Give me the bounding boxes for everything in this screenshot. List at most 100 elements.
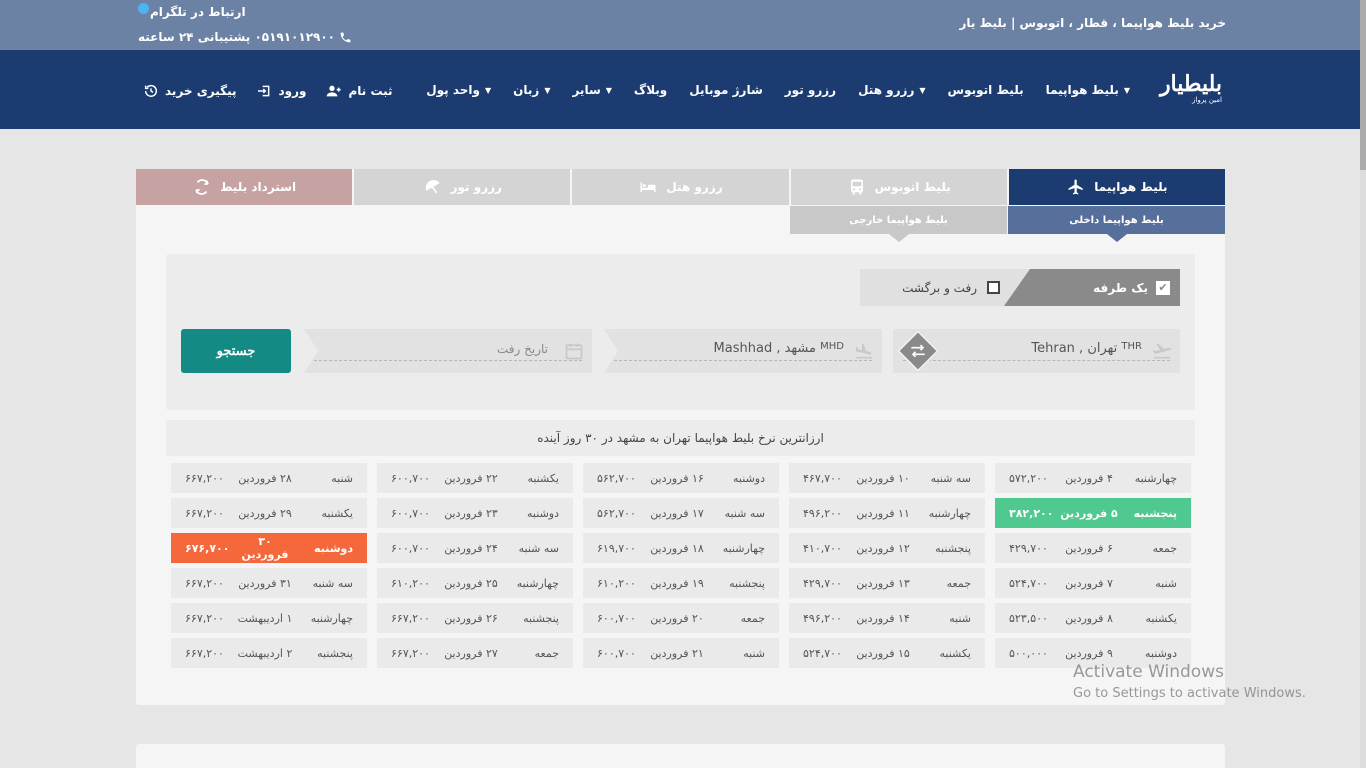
fare-date: ۹ فروردین <box>1065 646 1113 660</box>
fare-price: ۴۲۹,۷۰۰ <box>803 576 842 590</box>
register-link[interactable]: ثبت نام <box>326 83 393 99</box>
fare-cell[interactable]: پنجشنبه ۲۶ فروردین ۶۶۷,۲۰۰ <box>377 603 573 633</box>
fare-cell[interactable]: پنجشنبه ۱۹ فروردین ۶۱۰,۲۰۰ <box>583 568 779 598</box>
fare-price: ۶۶۷,۲۰۰ <box>185 471 224 485</box>
oneway-checkbox[interactable]: ✔ <box>1156 280 1170 295</box>
nav-item[interactable]: رزرو تور <box>785 83 836 97</box>
fare-date: ۲۹ فروردین <box>238 506 292 520</box>
nav-item[interactable]: بلیط اتوبوس <box>948 83 1024 97</box>
roundtrip-checkbox[interactable] <box>987 281 1000 294</box>
logo-sub-text: امین پرواز <box>1192 96 1222 104</box>
fare-weekday: جمعه <box>1152 541 1177 555</box>
nav-item[interactable]: وبلاگ <box>634 83 667 97</box>
subtab-foreign[interactable]: بلیط هواپیما خارجی <box>790 206 1007 242</box>
track-purchase-link[interactable]: پیگیری خرید <box>143 83 236 99</box>
telegram-link[interactable]: ارتباط در تلگرام <box>150 5 246 19</box>
fare-cell[interactable]: دوشنبه ۲۳ فروردین ۶۰۰,۷۰۰ <box>377 498 573 528</box>
takeoff-icon <box>1152 343 1172 359</box>
fare-price: ۶۱۰,۲۰۰ <box>597 576 636 590</box>
fare-price: ۵۲۴,۷۰۰ <box>803 646 842 660</box>
fare-cell[interactable]: چهارشنبه ۱ اردیبهشت ۶۶۷,۲۰۰ <box>171 603 367 633</box>
fare-cell[interactable]: جمعه ۱۳ فروردین ۴۲۹,۷۰۰ <box>789 568 985 598</box>
fare-price: ۶۶۷,۲۰۰ <box>185 646 224 660</box>
destination-field[interactable]: Mashhad , مشهد MHD <box>604 329 882 373</box>
fare-cell[interactable]: شنبه ۲۱ فروردین ۶۰۰,۷۰۰ <box>583 638 779 668</box>
nav-item[interactable]: زبان ▼ <box>513 83 550 97</box>
nav-item[interactable]: بلیط هواپیما ▼ <box>1046 83 1130 97</box>
fare-weekday: چهارشنبه <box>722 541 765 555</box>
fare-weekday: یکشنبه <box>1145 611 1178 625</box>
fare-date: ۱۹ فروردین <box>650 576 704 590</box>
fare-cell[interactable]: چهارشنبه ۱۸ فروردین ۶۱۹,۷۰۰ <box>583 533 779 563</box>
fare-price: ۵۷۲,۲۰۰ <box>1009 471 1048 485</box>
fare-cell[interactable]: شنبه ۲۸ فروردین ۶۶۷,۲۰۰ <box>171 463 367 493</box>
departure-date-placeholder: تاریخ رفت <box>496 342 548 356</box>
fare-cell[interactable]: جمعه ۶ فروردین ۴۲۹,۷۰۰ <box>995 533 1191 563</box>
caret-down-icon: ▼ <box>919 85 926 95</box>
fare-cell[interactable]: یکشنبه ۲۲ فروردین ۶۰۰,۷۰۰ <box>377 463 573 493</box>
nav-item[interactable]: شارژ موبایل <box>689 83 762 97</box>
fare-weekday: سه شنبه <box>518 541 559 555</box>
fare-cell[interactable]: شنبه ۷ فروردین ۵۲۴,۷۰۰ <box>995 568 1191 598</box>
tab-refund[interactable]: استرداد بلیط <box>135 169 353 205</box>
fare-cell[interactable]: چهارشنبه ۲۵ فروردین ۶۱۰,۲۰۰ <box>377 568 573 598</box>
fare-cell[interactable]: سه شنبه ۱۷ فروردین ۵۶۲,۷۰۰ <box>583 498 779 528</box>
fare-date: ۱۰ فروردین <box>856 471 910 485</box>
fare-price: ۶۶۷,۲۰۰ <box>185 611 224 625</box>
telegram-icon[interactable] <box>138 3 149 14</box>
fare-cell[interactable]: چهارشنبه ۴ فروردین ۵۷۲,۲۰۰ <box>995 463 1191 493</box>
nav-item[interactable]: رزرو هتل ▼ <box>858 83 925 97</box>
nav-item-label: زبان <box>513 83 540 97</box>
fare-cell[interactable]: یکشنبه ۸ فروردین ۵۲۳,۵۰۰ <box>995 603 1191 633</box>
fare-price: ۴۲۹,۷۰۰ <box>1009 541 1048 555</box>
fare-date: ۱۴ فروردین <box>856 611 910 625</box>
fare-price: ۶۷۶,۷۰۰ <box>185 541 230 555</box>
fare-cell[interactable]: سه شنبه ۲۴ فروردین ۶۰۰,۷۰۰ <box>377 533 573 563</box>
nav-menu: بلیط هواپیما ▼ بلیط اتوبوس رزرو هتل ▼ رزرو تو… <box>426 83 1130 97</box>
fare-cell[interactable]: یکشنبه ۱۵ فروردین ۵۲۴,۷۰۰ <box>789 638 985 668</box>
destination-code: MHD <box>820 341 844 352</box>
fare-cell[interactable]: جمعه ۲۷ فروردین ۶۶۷,۲۰۰ <box>377 638 573 668</box>
tab-tour[interactable]: رزرو تور <box>354 169 571 205</box>
departure-date-field[interactable]: تاریخ رفت <box>304 329 592 373</box>
fare-weekday: شنبه <box>331 471 353 485</box>
roundtrip-option[interactable]: رفت و برگشت <box>860 269 1030 306</box>
tab-bus[interactable]: بلیط اتوبوس <box>790 169 1007 205</box>
fare-price: ۶۱۹,۷۰۰ <box>597 541 636 555</box>
destination-city: Mashhad , مشهد <box>713 341 816 356</box>
subtab-domestic[interactable]: بلیط هواپیما داخلی <box>1008 206 1225 242</box>
fare-cell[interactable]: دوشنبه ۱۶ فروردین ۵۶۲,۷۰۰ <box>583 463 779 493</box>
fare-cell-cheapest[interactable]: پنجشنبه ۵ فروردین ۳۸۲,۲۰۰ <box>995 498 1191 528</box>
tab-refund-label: استرداد بلیط <box>220 180 297 194</box>
fare-price: ۶۶۷,۲۰۰ <box>391 646 430 660</box>
fare-date: ۲۳ فروردین <box>444 506 498 520</box>
fare-date: ۱ اردیبهشت <box>237 611 293 625</box>
fare-cell[interactable]: جمعه ۲۰ فروردین ۶۰۰,۷۰۰ <box>583 603 779 633</box>
fare-cell[interactable]: شنبه ۱۴ فروردین ۴۹۶,۲۰۰ <box>789 603 985 633</box>
fare-cell[interactable]: پنجشنبه ۲ اردیبهشت ۶۶۷,۲۰۰ <box>171 638 367 668</box>
tab-flight[interactable]: بلیط هواپیما <box>1008 169 1225 205</box>
tab-hotel[interactable]: رزرو هتل <box>572 169 789 205</box>
fare-price: ۶۰۰,۷۰۰ <box>391 541 430 555</box>
fare-cell[interactable]: سه شنبه ۱۰ فروردین ۴۶۷,۷۰۰ <box>789 463 985 493</box>
fare-weekday: پنجشنبه <box>1133 506 1177 520</box>
fare-column: چهارشنبه ۴ فروردین ۵۷۲,۲۰۰ پنجشنبه ۵ فروردین… <box>995 463 1191 675</box>
login-link[interactable]: ورود <box>256 83 306 99</box>
fare-price: ۶۰۰,۷۰۰ <box>391 506 430 520</box>
nav-item[interactable]: سایر ▼ <box>572 83 611 97</box>
fare-cell[interactable]: چهارشنبه ۱۱ فروردین ۴۹۶,۲۰۰ <box>789 498 985 528</box>
fare-cell[interactable]: پنجشنبه ۱۲ فروردین ۴۱۰,۷۰۰ <box>789 533 985 563</box>
scrollbar-thumb[interactable] <box>1360 0 1366 170</box>
fare-cell-expensive[interactable]: دوشنبه ۳۰ فروردین ۶۷۶,۷۰۰ <box>171 533 367 563</box>
add-user-icon <box>327 85 342 97</box>
tab-tour-label: رزرو تور <box>450 180 502 194</box>
origin-value: Tehran , تهران THR <box>1031 341 1142 356</box>
page-scrollbar[interactable] <box>1360 0 1366 768</box>
support-phone[interactable]: ۰۵۱۹۱۰۱۲۹۰۰ پشتیبانی ۲۴ ساعته <box>138 30 352 44</box>
nav-item[interactable]: واحد پول ▼ <box>426 83 491 97</box>
fare-cell[interactable]: سه شنبه ۳۱ فروردین ۶۶۷,۲۰۰ <box>171 568 367 598</box>
fare-cell[interactable]: یکشنبه ۲۹ فروردین ۶۶۷,۲۰۰ <box>171 498 367 528</box>
oneway-option[interactable]: یک طرفه ✔ <box>1004 269 1180 306</box>
site-logo[interactable]: بلیطیار امین پرواز <box>1144 72 1222 110</box>
search-button[interactable]: جستجو <box>181 329 291 373</box>
